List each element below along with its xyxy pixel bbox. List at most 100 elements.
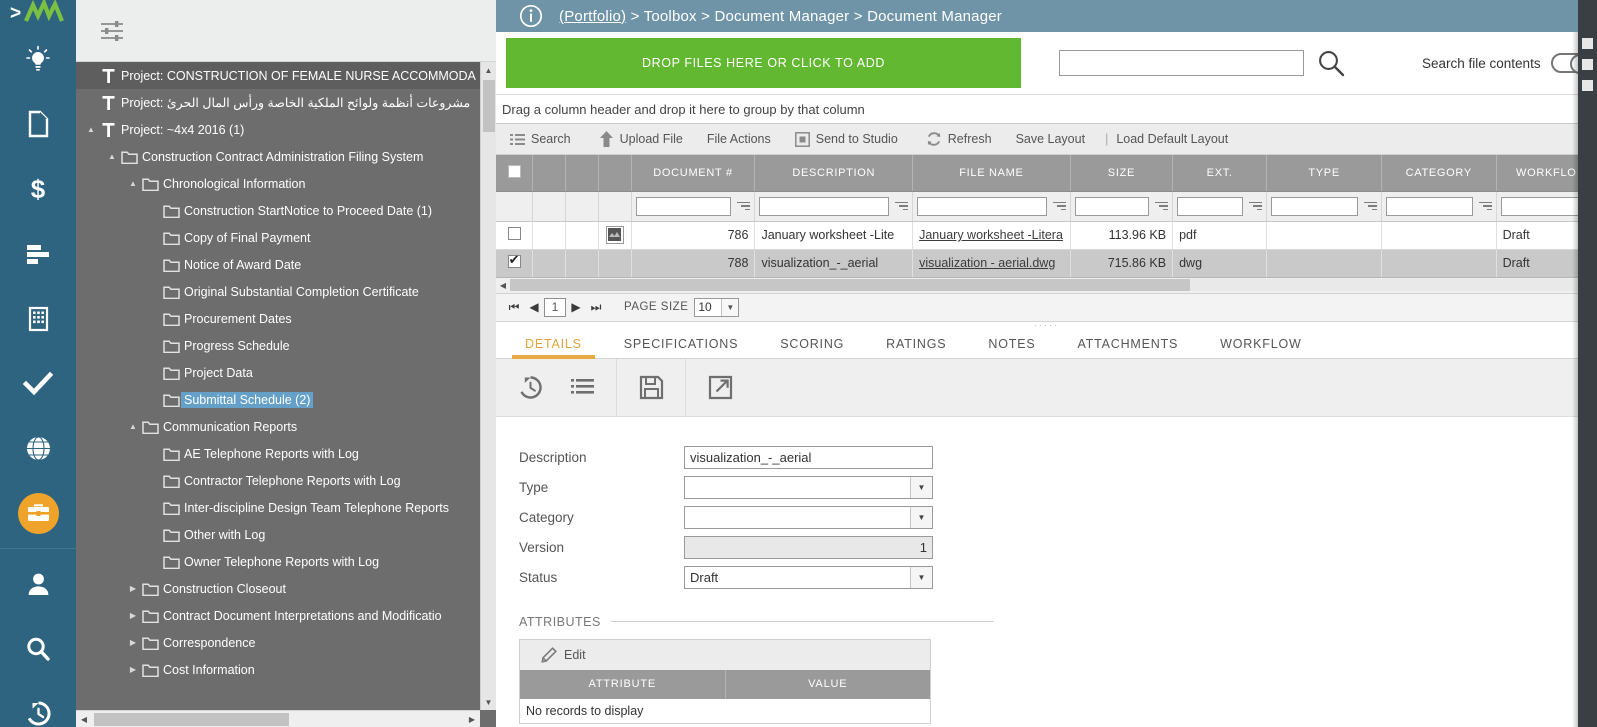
select-all-header[interactable] bbox=[496, 155, 534, 192]
filter-input-category[interactable] bbox=[1385, 196, 1473, 216]
tree-node[interactable]: Construction StartNotice to Proceed Date… bbox=[76, 197, 480, 224]
pager-last-button[interactable]: ⏭ bbox=[586, 297, 606, 317]
tree-node[interactable]: Procurement Dates bbox=[76, 305, 480, 332]
chevron-down-icon[interactable]: ▼ bbox=[910, 477, 932, 498]
tree-node-list[interactable]: Project: CONSTRUCTION OF FEMALE NURSE AC… bbox=[76, 62, 480, 710]
grid-horizontal-scrollbar[interactable]: ◀ ▶ bbox=[496, 277, 1597, 294]
horizontal-scroll-thumb[interactable] bbox=[94, 712, 289, 726]
chevron-down-icon[interactable]: ▼ bbox=[910, 567, 932, 588]
tree-node[interactable]: ▶ Contract Document Interpretations and M… bbox=[76, 602, 480, 629]
send-to-studio-button[interactable]: Send to Studio bbox=[781, 124, 912, 154]
filter-input-description[interactable] bbox=[759, 196, 890, 216]
tree-expander-icon[interactable]: ▶ bbox=[126, 638, 140, 647]
file-actions-button[interactable]: File Actions bbox=[697, 124, 781, 154]
group-by-dropzone[interactable]: Drag a column header and drop it here to… bbox=[496, 95, 1597, 124]
scroll-left-icon[interactable]: ◀ bbox=[76, 715, 92, 724]
row-checkbox[interactable] bbox=[507, 252, 521, 268]
filter-input-type[interactable] bbox=[1271, 196, 1358, 216]
filter-menu-icon[interactable] bbox=[1051, 201, 1066, 211]
filter-ext[interactable] bbox=[1172, 191, 1268, 222]
sidebar-item-toolbox[interactable] bbox=[0, 481, 76, 546]
type-select[interactable]: ▼ bbox=[684, 476, 933, 499]
filter-type[interactable] bbox=[1266, 191, 1382, 222]
sidebar-item-ideas[interactable] bbox=[0, 26, 76, 91]
tree-node[interactable]: ▲ Project: ~4x4 2016 (1) bbox=[76, 116, 480, 143]
thumbnail-icon[interactable] bbox=[605, 225, 624, 244]
chevron-down-icon[interactable]: ▼ bbox=[721, 298, 739, 316]
scroll-up-icon[interactable]: ▲ bbox=[481, 62, 496, 78]
grid-scroll-thumb[interactable] bbox=[510, 279, 1190, 291]
filter-menu-icon[interactable] bbox=[1477, 201, 1492, 211]
tree-expander-icon[interactable]: ▲ bbox=[84, 125, 98, 134]
chevron-down-icon[interactable]: ▼ bbox=[910, 507, 932, 528]
sidebar-item-history[interactable] bbox=[0, 681, 76, 727]
scroll-right-icon[interactable]: ▶ bbox=[464, 715, 480, 724]
tree-node[interactable]: ▲ Chronological Information bbox=[76, 170, 480, 197]
tree-node[interactable]: Notice of Award Date bbox=[76, 251, 480, 278]
grid-scroll-track[interactable] bbox=[510, 279, 1583, 291]
tab-ratings[interactable]: RATINGS bbox=[865, 337, 967, 358]
filter-input-size[interactable] bbox=[1074, 196, 1150, 216]
filter-menu-icon[interactable] bbox=[1153, 201, 1169, 211]
tree-node[interactable]: Original Substantial Completion Certific… bbox=[76, 278, 480, 305]
tree-node[interactable]: Other with Log bbox=[76, 521, 480, 548]
col-description[interactable]: DESCRIPTION bbox=[754, 155, 914, 192]
col-category[interactable]: CATEGORY bbox=[1381, 155, 1497, 192]
tree-node[interactable]: AE Telephone Reports with Log bbox=[76, 440, 480, 467]
col-ext[interactable]: EXT. bbox=[1172, 155, 1268, 192]
rail-expand-chevron-icon[interactable]: > bbox=[10, 4, 21, 23]
filter-input-filename[interactable] bbox=[917, 196, 1047, 216]
table-row[interactable]: 786 January worksheet -Lite January worksh… bbox=[496, 221, 1597, 250]
app-logo[interactable]: > bbox=[0, 0, 76, 26]
tree-expander-icon[interactable]: ▲ bbox=[105, 152, 119, 161]
tab-details[interactable]: DETAILS bbox=[504, 337, 603, 359]
row-select-cell[interactable] bbox=[496, 221, 534, 250]
tree-node[interactable]: Project: مشروعات أنظمة ولوائح الملكية ال… bbox=[76, 89, 480, 116]
sidebar-item-contacts[interactable] bbox=[0, 551, 76, 616]
right-panel-chip[interactable] bbox=[1582, 38, 1593, 49]
tree-node[interactable]: Inter-discipline Design Team Telephone R… bbox=[76, 494, 480, 521]
col-file-name[interactable]: FILE NAME bbox=[912, 155, 1071, 192]
right-collapsed-panel[interactable] bbox=[1578, 0, 1597, 727]
grid-search-button[interactable]: Search bbox=[496, 124, 585, 154]
row-checkbox[interactable] bbox=[507, 227, 521, 240]
vertical-scroll-thumb[interactable] bbox=[483, 80, 495, 132]
sidebar-item-global[interactable] bbox=[0, 416, 76, 481]
attributes-edit-button[interactable]: Edit bbox=[520, 639, 930, 670]
col-document-number[interactable]: DOCUMENT # bbox=[631, 155, 756, 192]
search-input[interactable] bbox=[1059, 50, 1304, 76]
row-select-cell[interactable] bbox=[496, 249, 534, 278]
tree-expander-icon[interactable]: ▲ bbox=[126, 422, 140, 431]
filter-input-ext[interactable] bbox=[1177, 196, 1244, 216]
tree-vertical-scrollbar[interactable]: ▲ ▼ bbox=[480, 62, 496, 710]
tree-node[interactable]: Copy of Final Payment bbox=[76, 224, 480, 251]
col-type[interactable]: TYPE bbox=[1266, 155, 1382, 192]
tree-node[interactable]: ▶ Cost Information bbox=[76, 656, 480, 683]
upload-file-button[interactable]: Upload File bbox=[585, 124, 697, 154]
info-icon[interactable] bbox=[519, 4, 543, 28]
filter-input-document[interactable] bbox=[635, 196, 732, 216]
tree-node[interactable]: Submittal Schedule (2) bbox=[76, 386, 480, 413]
tree-node[interactable]: Progress Schedule bbox=[76, 332, 480, 359]
panel-splitter[interactable]: ····· bbox=[496, 320, 1597, 329]
sliders-icon[interactable] bbox=[98, 17, 126, 45]
save-layout-button[interactable]: Save Layout bbox=[1006, 124, 1096, 154]
tree-horizontal-scrollbar[interactable]: ◀ ▶ bbox=[76, 710, 480, 727]
dropzone-button[interactable]: DROP FILES HERE OR CLICK TO ADD bbox=[506, 38, 1021, 88]
filter-menu-icon[interactable] bbox=[893, 201, 909, 211]
filter-description[interactable] bbox=[754, 191, 914, 222]
sidebar-item-documents[interactable] bbox=[0, 91, 76, 156]
category-select[interactable]: ▼ bbox=[684, 506, 933, 529]
description-field[interactable]: visualization_-_aerial bbox=[684, 446, 933, 469]
cell-file-name[interactable]: visualization - aerial.dwg bbox=[912, 249, 1071, 278]
tab-scoring[interactable]: SCORING bbox=[759, 337, 865, 358]
tree-node[interactable]: ▶ Correspondence bbox=[76, 629, 480, 656]
tree-expander-icon[interactable]: ▶ bbox=[126, 611, 140, 620]
tree-node[interactable]: ▶ Construction Closeout bbox=[76, 575, 480, 602]
tree-node[interactable]: ▲ Communication Reports bbox=[76, 413, 480, 440]
scroll-down-icon[interactable]: ▼ bbox=[481, 694, 496, 710]
pager-first-button[interactable]: ⏮ bbox=[504, 297, 524, 317]
tree-node[interactable]: Project: CONSTRUCTION OF FEMALE NURSE AC… bbox=[76, 62, 480, 89]
grid-scroll-left-icon[interactable]: ◀ bbox=[496, 281, 510, 290]
page-size-select[interactable]: 10 ▼ bbox=[694, 297, 740, 317]
